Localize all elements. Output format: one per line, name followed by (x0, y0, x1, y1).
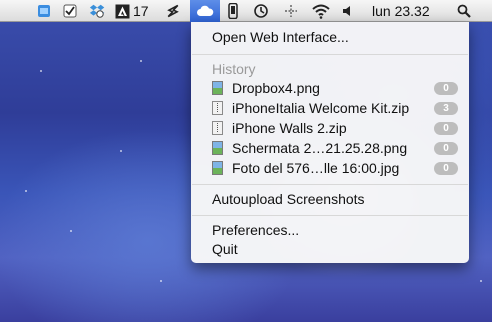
history-item-name: iPhone Walls 2.zip (232, 120, 347, 136)
dropbox-cloud-icon (196, 3, 214, 19)
history-item[interactable]: Foto del 576…lle 16:00.jpg 0 (212, 159, 458, 177)
history-item-name: Dropbox4.png (232, 80, 320, 96)
wifi-icon[interactable] (311, 3, 331, 19)
menu-item-autoupload[interactable]: Autoupload Screenshots (212, 190, 365, 208)
history-item-count: 0 (434, 162, 458, 175)
spotlight-icon[interactable] (456, 3, 472, 19)
menu-separator (192, 184, 468, 185)
history-item[interactable]: iPhoneItalia Welcome Kit.zip 3 (212, 99, 458, 117)
lightning-icon[interactable] (164, 3, 182, 19)
history-item-name: Schermata 2…21.25.28.png (232, 140, 408, 156)
history-item-count: 0 (434, 82, 458, 95)
history-item[interactable]: Dropbox4.png 0 (212, 79, 458, 97)
checklist-icon[interactable] (62, 3, 78, 19)
history-item-name: iPhoneItalia Welcome Kit.zip (232, 100, 410, 116)
history-item-count: 3 (434, 102, 458, 115)
menu-item-preferences[interactable]: Preferences... (212, 221, 299, 239)
phone-icon[interactable] (226, 3, 240, 19)
adobe-icon[interactable] (114, 3, 130, 19)
time-machine-icon[interactable] (252, 3, 270, 19)
history-header: History (212, 61, 256, 77)
network-icon[interactable] (283, 3, 299, 19)
history-item[interactable]: Schermata 2…21.25.28.png 0 (212, 139, 458, 157)
menu-item-open-web[interactable]: Open Web Interface... (212, 28, 349, 46)
zip-file-icon (212, 121, 223, 135)
dropbox-gear-icon[interactable] (88, 3, 106, 19)
menu-item-quit[interactable]: Quit (212, 240, 238, 258)
volume-icon[interactable] (341, 3, 355, 19)
image-file-icon (212, 161, 223, 175)
image-file-icon (212, 141, 223, 155)
finder-icon[interactable] (36, 3, 52, 19)
history-item-count: 0 (434, 142, 458, 155)
image-file-icon (212, 81, 223, 95)
dropbox-menu: Open Web Interface... History Dropbox4.p… (191, 22, 469, 263)
clock[interactable]: lun 23.32 (372, 3, 430, 19)
adobe-update-count: 17 (133, 3, 149, 19)
history-item-count: 0 (434, 122, 458, 135)
zip-file-icon (212, 101, 223, 115)
history-item[interactable]: iPhone Walls 2.zip 0 (212, 119, 458, 137)
menu-bar: 17 lun 23.32 (0, 0, 492, 22)
dropbox-menu-extra[interactable] (190, 0, 220, 22)
history-item-name: Foto del 576…lle 16:00.jpg (232, 160, 400, 176)
menu-separator (192, 54, 468, 55)
menu-separator (192, 215, 468, 216)
